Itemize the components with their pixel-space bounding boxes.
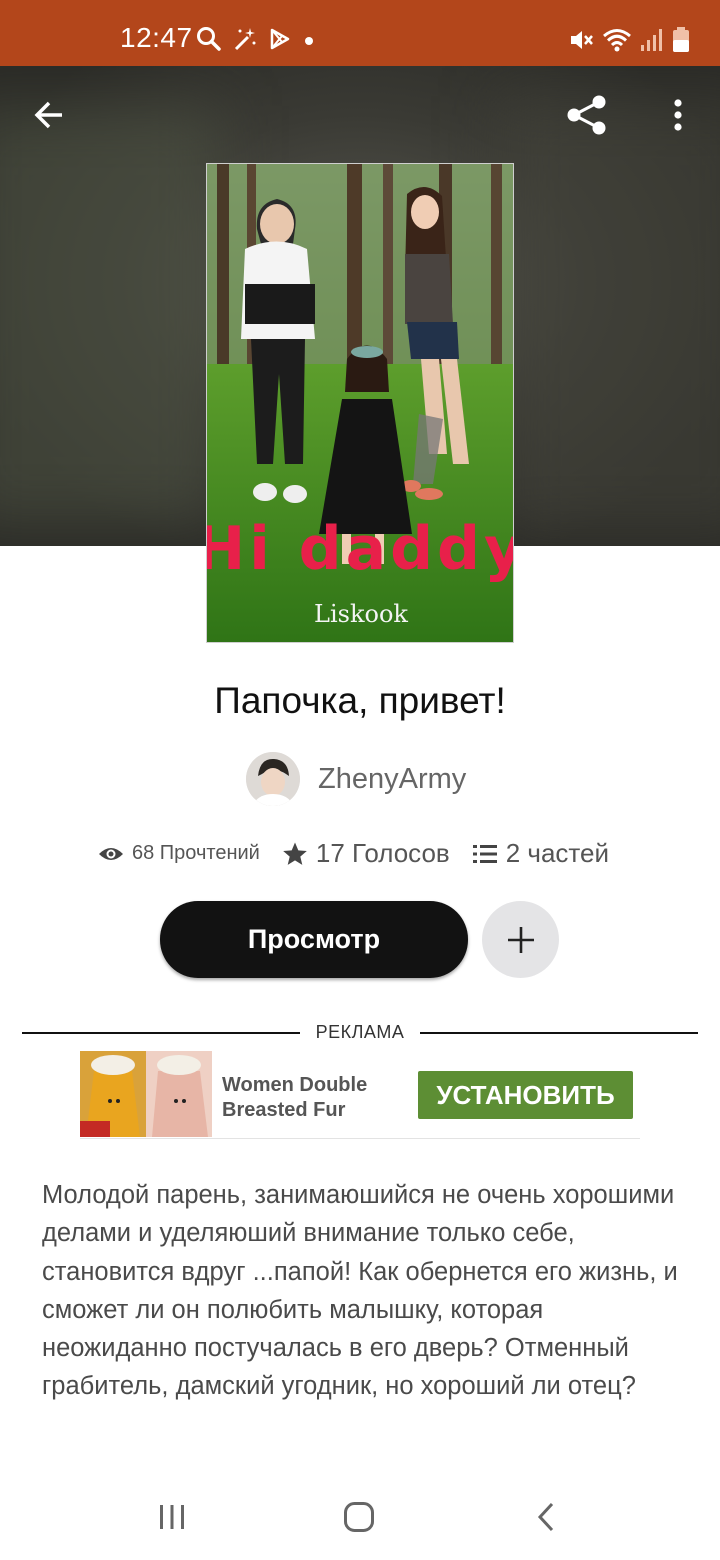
ad-headline[interactable]: Women Double Breasted Fur (222, 1073, 382, 1123)
parts-label: 2 частей (505, 838, 610, 868)
hero-blur (0, 106, 220, 526)
back-chevron-icon (537, 1502, 554, 1532)
battery-icon (673, 27, 689, 52)
more-options-button[interactable] (662, 92, 694, 138)
cover-illustration: Hi daddy (207, 164, 514, 642)
dot-icon (305, 37, 313, 45)
reads-stat: 68 Прочтений (98, 842, 260, 865)
share-icon (567, 95, 606, 135)
story-stats: 68 Прочтений 17 Голосов 2 частей (98, 838, 609, 869)
more-vertical-icon (674, 99, 682, 131)
search-icon (197, 27, 221, 51)
hero-blur (500, 96, 720, 536)
reads-label: 68 Прочтений (132, 842, 260, 864)
status-time: 12:47 (120, 22, 193, 53)
mute-icon (571, 31, 593, 49)
system-back-button[interactable] (528, 1498, 564, 1536)
system-nav-bar (0, 1470, 720, 1560)
star-icon (283, 842, 307, 865)
author-name: ZhenyArmy (318, 762, 467, 795)
votes-stat: 17 Голосов (282, 838, 450, 869)
recent-apps-icon (160, 1505, 184, 1529)
votes-label: 17 Голосов (315, 838, 450, 868)
signal-icon (641, 29, 662, 51)
status-bar: 12:47 (0, 0, 720, 66)
story-title: Папочка, привет! (214, 680, 506, 721)
back-button[interactable] (26, 94, 72, 136)
plus-icon (507, 926, 534, 953)
wifi-icon (603, 29, 631, 52)
ad-unit[interactable]: Women Double Breasted Fur УСТАНОВИТЬ (80, 1051, 640, 1139)
recent-apps-button[interactable] (152, 1500, 192, 1534)
add-to-library-button[interactable] (482, 901, 559, 978)
divider (420, 1032, 698, 1034)
avatar (246, 752, 300, 806)
eye-icon (99, 847, 123, 860)
play-store-icon (270, 28, 290, 50)
author-link[interactable]: ZhenyArmy (246, 752, 466, 806)
parts-stat: 2 частей (472, 838, 609, 869)
share-button[interactable] (562, 92, 612, 138)
list-icon (472, 844, 497, 863)
story-cover[interactable]: Hi daddy Liskook (206, 163, 514, 643)
home-icon (344, 1502, 374, 1532)
cover-title: Hi daddy (207, 514, 514, 584)
read-button[interactable]: Просмотр (160, 901, 468, 978)
ad-install-button[interactable]: УСТАНОВИТЬ (418, 1071, 633, 1119)
cover-author: Liskook (314, 600, 408, 628)
story-description: Молодой парень, занимаюшийся не очень хо… (42, 1181, 678, 1401)
ad-image[interactable] (80, 1051, 212, 1137)
arrow-left-icon (34, 101, 62, 129)
ad-label-row: РЕКЛАМА (22, 1022, 698, 1044)
home-button[interactable] (338, 1498, 380, 1536)
magic-wand-icon (234, 28, 256, 51)
